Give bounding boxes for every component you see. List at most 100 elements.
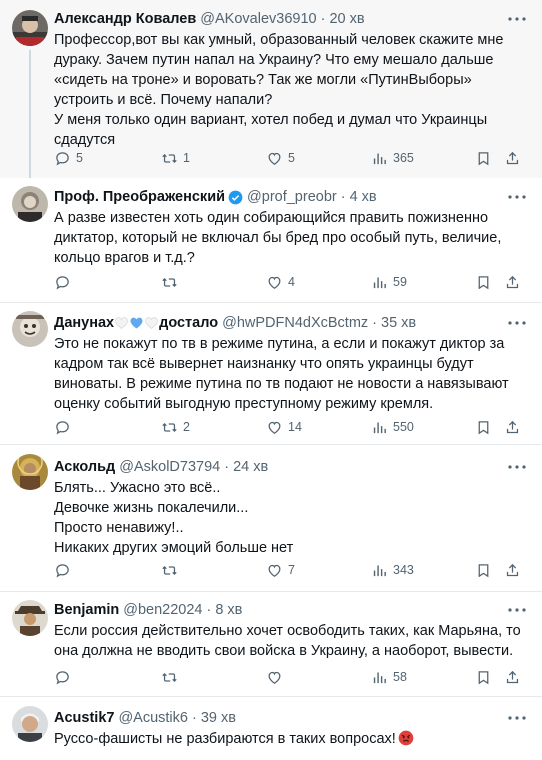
like-button[interactable]: 5	[266, 148, 295, 168]
repost-button[interactable]	[161, 560, 187, 580]
author-name[interactable]: Аскольд	[54, 459, 115, 475]
author-handle[interactable]: @ben22024	[123, 602, 202, 618]
timestamp[interactable]: 24 хв	[233, 459, 268, 475]
like-count: 14	[288, 420, 302, 434]
avatar[interactable]	[12, 10, 48, 46]
views-button[interactable]: 365	[371, 148, 414, 168]
tweet-benjamin[interactable]: Benjamin @ben22024 · 8 хв Если россия де…	[0, 592, 542, 696]
bookmark-button[interactable]	[475, 148, 497, 168]
timestamp[interactable]: 8 хв	[215, 602, 242, 618]
tweet-kovalev[interactable]: Александр Ковалев @AKovalev36910 · 20 хв…	[0, 0, 542, 178]
reply-button[interactable]	[54, 272, 80, 292]
author-handle[interactable]: @prof_preobr	[247, 189, 337, 205]
share-button[interactable]	[504, 560, 526, 580]
more-icon[interactable]	[506, 709, 528, 727]
share-button[interactable]	[504, 272, 526, 292]
repost-icon	[162, 153, 177, 163]
author-name[interactable]: Acustik7	[54, 710, 114, 726]
separator-dot: ·	[372, 315, 377, 331]
repost-count: 2	[183, 420, 190, 434]
tweet-header: Александр Ковалев @AKovalev36910 · 20 хв	[54, 9, 498, 29]
bookmark-icon	[478, 420, 489, 434]
avatar[interactable]	[12, 311, 48, 347]
bookmark-button[interactable]	[475, 560, 497, 580]
more-icon[interactable]	[506, 188, 528, 206]
views-button[interactable]: 550	[371, 417, 414, 437]
share-button[interactable]	[504, 417, 526, 437]
timestamp[interactable]: 39 хв	[201, 710, 236, 726]
reply-button[interactable]	[54, 560, 80, 580]
timestamp[interactable]: 35 хв	[381, 315, 416, 331]
more-icon[interactable]	[506, 314, 528, 332]
bookmark-icon	[478, 275, 489, 289]
tweet-text: Это не покажут по тв в режиме путина, а …	[54, 334, 526, 414]
avatar[interactable]	[12, 186, 48, 222]
bookmark-button[interactable]	[475, 417, 497, 437]
avatar[interactable]	[12, 706, 48, 742]
repost-button[interactable]	[161, 667, 187, 687]
views-icon	[373, 277, 386, 288]
white-heart-icon	[115, 317, 128, 329]
repost-button[interactable]	[161, 272, 187, 292]
avatar[interactable]	[12, 454, 48, 490]
reply-feed: Александр Ковалев @AKovalev36910 · 20 хв…	[0, 0, 542, 760]
more-icon[interactable]	[506, 601, 528, 619]
view-count: 58	[393, 670, 407, 684]
bookmark-icon	[478, 670, 489, 684]
repost-button[interactable]: 1	[161, 148, 190, 168]
reply-button[interactable]: 5	[54, 148, 83, 168]
author-handle[interactable]: @Acustik6	[118, 710, 188, 726]
separator-dot: ·	[206, 602, 212, 618]
views-button[interactable]: 59	[371, 272, 407, 292]
tweet-header: Acustik7 @Acustik6 · 39 хв	[54, 708, 498, 728]
share-button[interactable]	[504, 667, 526, 687]
like-button[interactable]: 4	[266, 272, 295, 292]
author-handle[interactable]: @hwPDFN4dXcBctmz	[222, 315, 368, 331]
reply-button[interactable]	[54, 667, 80, 687]
share-button[interactable]	[504, 148, 526, 168]
tweet-askold[interactable]: Аскольд @AskolD73794 · 24 хв Блять... Уж…	[0, 445, 542, 591]
reply-icon	[56, 275, 69, 290]
bookmark-button[interactable]	[475, 272, 497, 292]
tweet-danunakh[interactable]: Данунах достало @hwPDFN4dXcBctmz · 35 хв…	[0, 303, 542, 444]
repost-button[interactable]: 2	[161, 417, 190, 437]
like-button[interactable]: 7	[266, 560, 295, 580]
author-name-part1[interactable]: Данунах	[54, 315, 114, 331]
repost-count: 1	[183, 151, 190, 165]
share-icon	[506, 670, 519, 683]
heart-icon	[268, 276, 281, 289]
tweet-preobrazhensky[interactable]: Проф. Преображенский @prof_preobr · 4 хв…	[0, 178, 542, 302]
separator-dot: ·	[224, 459, 230, 475]
reply-icon	[56, 420, 69, 435]
timestamp[interactable]: 20 хв	[329, 11, 364, 27]
bookmark-button[interactable]	[475, 667, 497, 687]
like-count: 4	[288, 275, 295, 289]
author-handle[interactable]: @AKovalev36910	[200, 11, 316, 27]
tweet-text: Профессор,вот вы как умный, образованный…	[54, 30, 526, 150]
tweet-text-content: Это не покажут по тв в режиме путина, а …	[54, 336, 513, 412]
blue-heart-icon	[130, 317, 143, 329]
views-button[interactable]: 58	[371, 667, 407, 687]
action-bar: 58	[54, 667, 524, 687]
author-name-part2[interactable]: достало	[159, 315, 218, 331]
views-button[interactable]: 343	[371, 560, 414, 580]
like-button[interactable]	[266, 667, 292, 687]
view-count: 550	[393, 420, 414, 434]
avatar[interactable]	[12, 600, 48, 636]
timestamp[interactable]: 4 хв	[350, 189, 377, 205]
reply-button[interactable]	[54, 417, 80, 437]
author-name[interactable]: Benjamin	[54, 602, 119, 618]
like-button[interactable]: 14	[266, 417, 302, 437]
repost-icon	[162, 672, 177, 682]
white-heart-icon	[145, 317, 158, 329]
author-name[interactable]: Александр Ковалев	[54, 11, 196, 27]
separator-dot: ·	[340, 189, 346, 205]
more-icon[interactable]	[506, 10, 528, 28]
author-handle[interactable]: @AskolD73794	[119, 459, 220, 475]
share-icon	[506, 275, 519, 288]
views-icon	[373, 672, 386, 683]
tweet-acustik7[interactable]: Acustik7 @Acustik6 · 39 хв Руссо-фашисты…	[0, 697, 542, 760]
reply-icon	[56, 563, 69, 578]
more-icon[interactable]	[506, 458, 528, 476]
author-name[interactable]: Проф. Преображенский	[54, 189, 225, 205]
